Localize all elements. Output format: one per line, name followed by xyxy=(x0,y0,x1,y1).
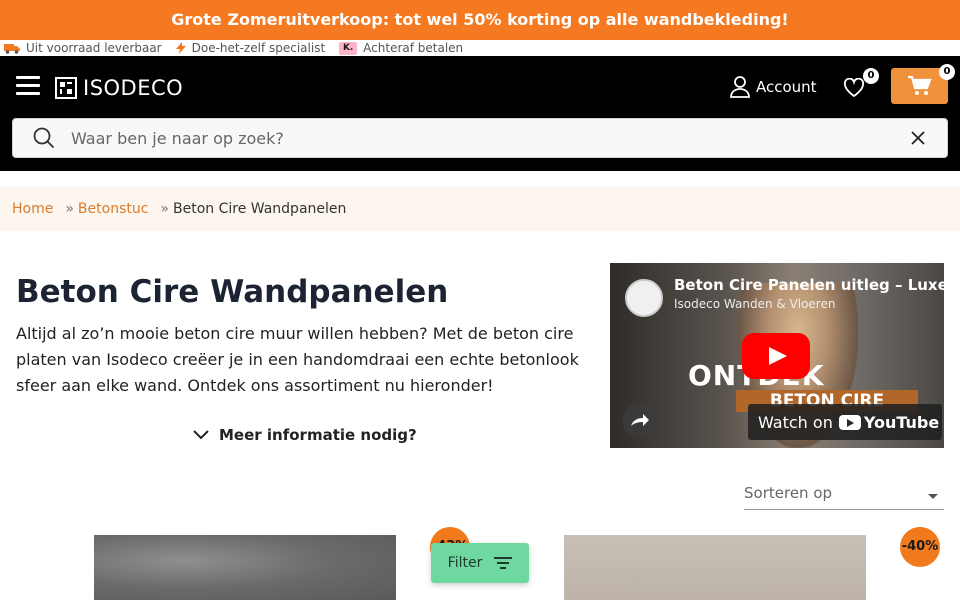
chevron-down-icon xyxy=(193,430,209,440)
cart-count-badge: 0 xyxy=(939,64,955,80)
usp-label: Achteraf betalen xyxy=(363,41,464,55)
breadcrumb-separator: » xyxy=(160,201,169,217)
klarna-icon: K. xyxy=(339,41,358,55)
search-bar xyxy=(12,118,948,158)
more-info-toggle[interactable]: Meer informatie nodig? xyxy=(193,426,417,444)
cart-button[interactable]: 0 xyxy=(891,64,955,104)
more-info-label: Meer informatie nodig? xyxy=(219,426,417,444)
product-image[interactable] xyxy=(564,535,866,600)
share-icon[interactable] xyxy=(622,403,656,437)
filter-icon xyxy=(494,557,513,569)
logo[interactable]: ISODECO xyxy=(55,76,183,100)
usp-bar: Uit voorraad leverbaar Doe-het-zelf spec… xyxy=(0,40,960,56)
watch-on-label: Watch on xyxy=(758,412,833,432)
usp-item-payment: K. Achteraf betalen xyxy=(339,41,463,55)
channel-avatar[interactable] xyxy=(625,279,663,317)
youtube-embed[interactable]: Beton Cire Panelen uitleg – Luxe Isodeco… xyxy=(610,263,944,448)
user-icon xyxy=(730,76,750,98)
breadcrumb-betonstuc[interactable]: Betonstuc xyxy=(78,201,149,217)
breadcrumb-current: Beton Cire Wandpanelen xyxy=(173,201,347,217)
discount-badge: -40% xyxy=(900,527,940,567)
menu-icon[interactable] xyxy=(16,76,40,96)
youtube-logo-icon: YouTube xyxy=(838,413,939,432)
dropdown-caret-icon xyxy=(928,494,938,499)
heart-icon xyxy=(843,78,865,98)
cart-icon xyxy=(907,76,932,95)
account-label: Account xyxy=(756,78,817,96)
page-description: Altijd al zo’n mooie beton cire muur wil… xyxy=(16,324,579,395)
page-title: Beton Cire Wandpanelen xyxy=(16,274,449,310)
watch-on-youtube-button[interactable]: Watch on YouTube xyxy=(748,404,942,440)
play-button-icon[interactable] xyxy=(742,333,810,379)
logo-text: ISODECO xyxy=(83,76,184,100)
filter-button[interactable]: Filter xyxy=(431,543,529,583)
site-header: ISODECO Account 0 0 xyxy=(0,56,960,171)
wishlist-count-badge: 0 xyxy=(863,68,879,84)
promo-banner[interactable]: Grote Zomeruitverkoop: tot wel 50% korti… xyxy=(0,0,960,40)
breadcrumb-home[interactable]: Home xyxy=(12,201,53,217)
truck-icon xyxy=(4,43,20,54)
video-title[interactable]: Beton Cire Panelen uitleg – Luxe xyxy=(674,276,944,294)
video-channel: Isodeco Wanden & Vloeren xyxy=(674,297,836,311)
usp-label: Uit voorraad leverbaar xyxy=(26,41,162,55)
lightning-icon xyxy=(175,42,186,54)
breadcrumb: Home » Betonstuc » Beton Cire Wandpanele… xyxy=(0,187,960,231)
wishlist-button[interactable]: 0 xyxy=(843,68,879,98)
breadcrumb-separator: » xyxy=(65,201,74,217)
filter-label: Filter xyxy=(447,555,483,571)
search-input[interactable] xyxy=(71,128,871,148)
search-icon[interactable] xyxy=(33,127,55,149)
logo-mark-icon xyxy=(55,77,77,99)
usp-label: Doe-het-zelf specialist xyxy=(191,41,326,55)
sort-label: Sorteren op xyxy=(744,484,833,502)
sort-select[interactable]: Sorteren op xyxy=(744,484,944,510)
close-icon[interactable] xyxy=(911,131,925,145)
product-image[interactable] xyxy=(94,535,396,600)
account-button[interactable]: Account xyxy=(730,76,817,98)
usp-item-stock: Uit voorraad leverbaar xyxy=(4,41,162,55)
usp-item-diy: Doe-het-zelf specialist xyxy=(175,41,326,55)
